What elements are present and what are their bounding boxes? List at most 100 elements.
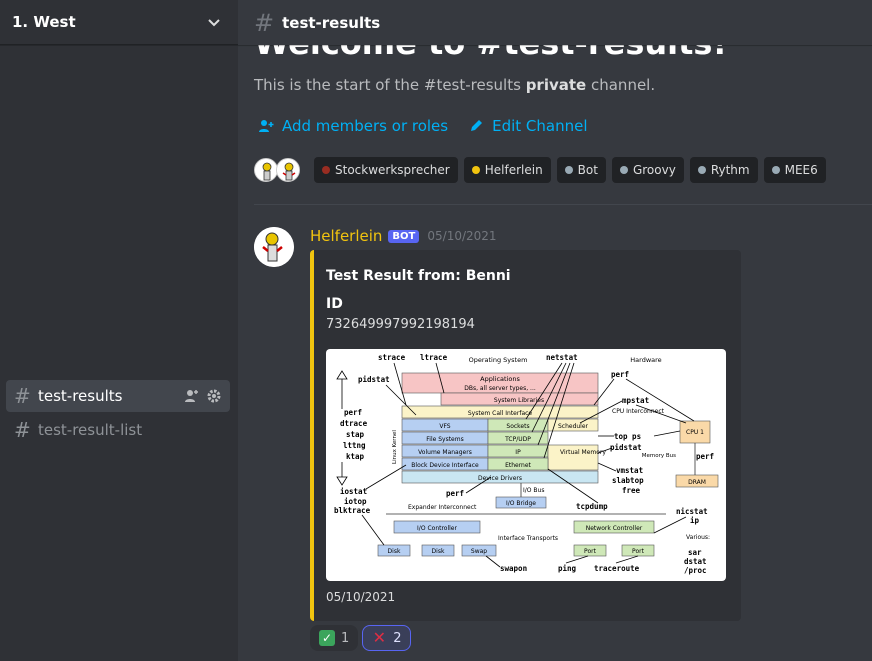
diagram-tool-label: ltrace	[420, 353, 448, 362]
diagram-label: DBs, all server types, ...	[464, 385, 536, 392]
reaction-count: 2	[393, 630, 402, 646]
reactions: ✓ 1 ✕ 2	[310, 625, 411, 651]
role-list: Stockwerksprecher Helferlein Bot Groovy …	[254, 157, 826, 183]
add-member-icon[interactable]	[184, 388, 200, 404]
diagram-label: DRAM	[688, 479, 706, 486]
server-header[interactable]: 1. West	[0, 0, 238, 45]
diagram-tool-label: free	[622, 486, 641, 495]
diagram-tool-label: stap	[346, 430, 365, 439]
reaction-cross[interactable]: ✕ 2	[362, 625, 411, 651]
diagram-tool-label: ip	[690, 516, 700, 525]
channel-header: # test-results	[238, 0, 872, 45]
diagram-tool-label: pidstat	[358, 375, 390, 384]
channel-label: test-result-list	[38, 421, 143, 439]
message-embed: Test Result from: Benni ID 7326499979921…	[310, 250, 741, 621]
embed-title: Test Result from: Benni	[326, 268, 511, 284]
welcome-actions: Add members or roles Edit Channel	[258, 117, 588, 135]
divider	[254, 204, 872, 205]
message-avatar[interactable]	[254, 227, 294, 267]
add-members-label: Add members or roles	[282, 117, 449, 135]
message-author[interactable]: Helferlein	[310, 227, 382, 245]
member-avatars[interactable]	[254, 158, 300, 182]
diagram-tool-label: ping	[558, 564, 577, 573]
diagram-tool-label: perf	[446, 489, 464, 498]
welcome-sub-suffix: channel.	[586, 76, 656, 94]
diagram-tool-label: perf	[696, 452, 714, 461]
diagram-label: CPU 1	[686, 429, 704, 436]
welcome-sub-private: private	[525, 76, 587, 94]
hashtag-icon: #	[254, 8, 275, 37]
avatar	[254, 158, 278, 182]
message-header: Helferlein BOT 05/10/2021	[310, 227, 497, 245]
role-name: Rythm	[710, 163, 750, 177]
diagram-label: CPU Interconnect	[612, 408, 665, 415]
embed-field-name: ID	[326, 296, 343, 312]
role-pill[interactable]: MEE6	[763, 157, 826, 183]
diagram-label: Sockets	[506, 423, 529, 430]
diagram-tool-label: strace	[378, 353, 406, 362]
avatar	[276, 158, 300, 182]
diagram-label: VFS	[439, 423, 450, 430]
server-name: 1. West	[12, 13, 76, 31]
gear-icon[interactable]	[206, 388, 222, 404]
role-name: Groovy	[632, 163, 676, 177]
sidebar-channel-test-result-list[interactable]: # test-result-list	[6, 414, 230, 446]
diagram-label: I/O Bus	[523, 487, 544, 494]
reaction-check[interactable]: ✓ 1	[310, 625, 359, 651]
white-check-mark-icon: ✓	[319, 630, 335, 646]
diagram-tool-label: tcpdump	[576, 502, 608, 511]
diagram-label: Disk	[388, 548, 401, 555]
diagram-label: Applications	[480, 375, 520, 383]
person-add-icon	[259, 120, 274, 132]
role-color-dot	[697, 166, 706, 174]
bot-tag: BOT	[388, 229, 420, 243]
role-name: MEE6	[784, 163, 818, 177]
diagram-tool-label: netstat	[546, 353, 578, 362]
hashtag-icon: #	[14, 418, 31, 442]
diagram-label: Port	[584, 548, 597, 555]
diagram-tool-label: /proc	[684, 566, 707, 575]
diagram-tool-label: perf	[344, 408, 362, 417]
diagram-label: Swap	[471, 548, 487, 555]
role-pill[interactable]: Groovy	[611, 157, 684, 183]
diagram-label: IP	[515, 449, 521, 456]
diagram-label: I/O Controller	[417, 525, 457, 532]
chat-area: Welcome to #test-results! # test-results…	[238, 0, 872, 661]
diagram-tool-label: swapon	[500, 564, 527, 573]
role-color-dot	[564, 166, 573, 174]
role-color-dot	[471, 166, 480, 174]
embed-footer: 05/10/2021	[326, 590, 396, 604]
cross-mark-icon: ✕	[372, 628, 386, 647]
sidebar-channel-test-results[interactable]: # test-results	[6, 380, 230, 412]
role-color-dot	[322, 166, 330, 174]
edit-channel-button[interactable]: Edit Channel	[468, 117, 588, 135]
diagram-tool-label: vmstat	[616, 466, 643, 475]
channel-sidebar: 1. West # test-results # test-result-lis…	[0, 0, 238, 661]
role-pill[interactable]: Bot	[556, 157, 606, 183]
diagram-label: Disk	[432, 548, 445, 555]
diagram-label: I/O Bridge	[506, 500, 536, 507]
diagram-label: Linux Kernel	[392, 430, 398, 464]
diagram-label: Volume Managers	[418, 449, 472, 456]
diagram-label: TCP/UDP	[504, 436, 531, 443]
welcome-subtitle: This is the start of the #test-results p…	[254, 76, 655, 94]
diagram-tool-label: traceroute	[594, 564, 640, 573]
add-members-button[interactable]: Add members or roles	[258, 117, 448, 135]
role-pill[interactable]: Rythm	[689, 157, 758, 183]
welcome-sub-text: This is the start of the #test-results	[254, 76, 526, 94]
diagram-tool-label: dstat	[684, 557, 707, 566]
role-name: Helferlein	[484, 163, 543, 177]
diagram-tool-label: mpstat	[622, 396, 649, 405]
role-pill[interactable]: Stockwerksprecher	[314, 157, 458, 183]
diagram-label: Port	[632, 548, 645, 555]
embed-image[interactable]: Operating System Hardware Applications D…	[326, 349, 726, 581]
diagram-label: Expander Interconnect	[408, 504, 477, 511]
diagram-tool-label: nicstat	[676, 507, 708, 516]
diagram-tool-label: dtrace	[340, 419, 368, 428]
diagram-label: Memory Bus	[642, 453, 676, 459]
role-pill[interactable]: Helferlein	[463, 157, 551, 183]
hashtag-icon: #	[14, 384, 31, 408]
diagram-tool-label: top ps	[614, 432, 641, 441]
channel-label: test-results	[38, 387, 123, 405]
diagram-tool-label: slabtop	[612, 476, 644, 485]
